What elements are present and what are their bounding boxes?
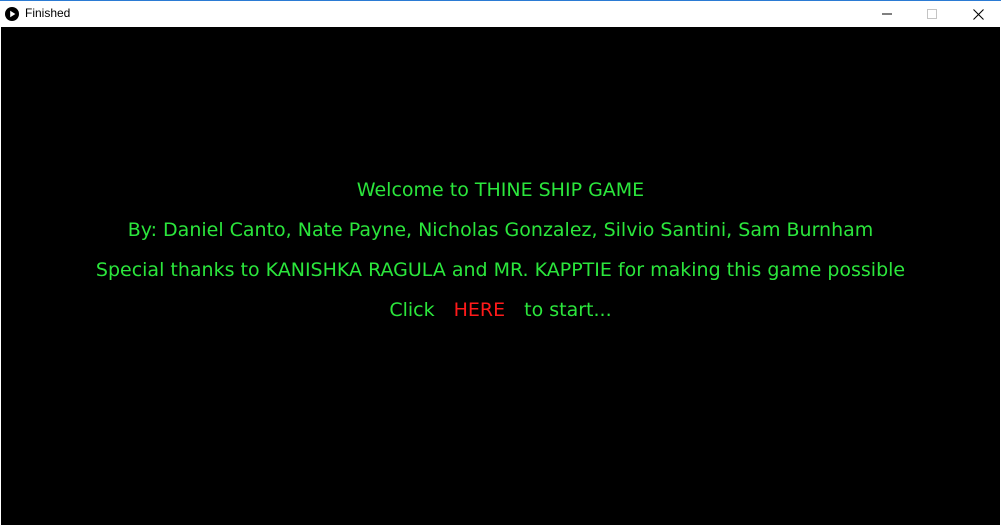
title-bar[interactable]: Finished [0,1,1001,27]
maximize-button[interactable] [909,1,955,27]
click-suffix-text: to start... [524,299,612,321]
welcome-text: Welcome to THINE SHIP GAME [356,179,645,201]
close-button[interactable] [955,1,1001,27]
click-prefix-text: Click [389,299,435,321]
game-window: Finished Welcome to THINE SHIP GAME By: … [0,0,1001,526]
play-icon [5,7,19,21]
window-title: Finished [25,6,71,20]
minimize-icon [882,13,892,15]
start-prompt: Click HERE to start... [1,298,1000,322]
minimize-button[interactable] [864,1,910,27]
maximize-icon [927,9,937,19]
thanks-text: Special thanks to KANISHKA RAGULA and MR… [95,259,906,281]
here-start-link[interactable]: HERE [454,299,506,321]
game-canvas[interactable]: Welcome to THINE SHIP GAME By: Daniel Ca… [1,27,1000,525]
close-icon [972,8,984,20]
credits-text: By: Daniel Canto, Nate Payne, Nicholas G… [127,219,874,241]
